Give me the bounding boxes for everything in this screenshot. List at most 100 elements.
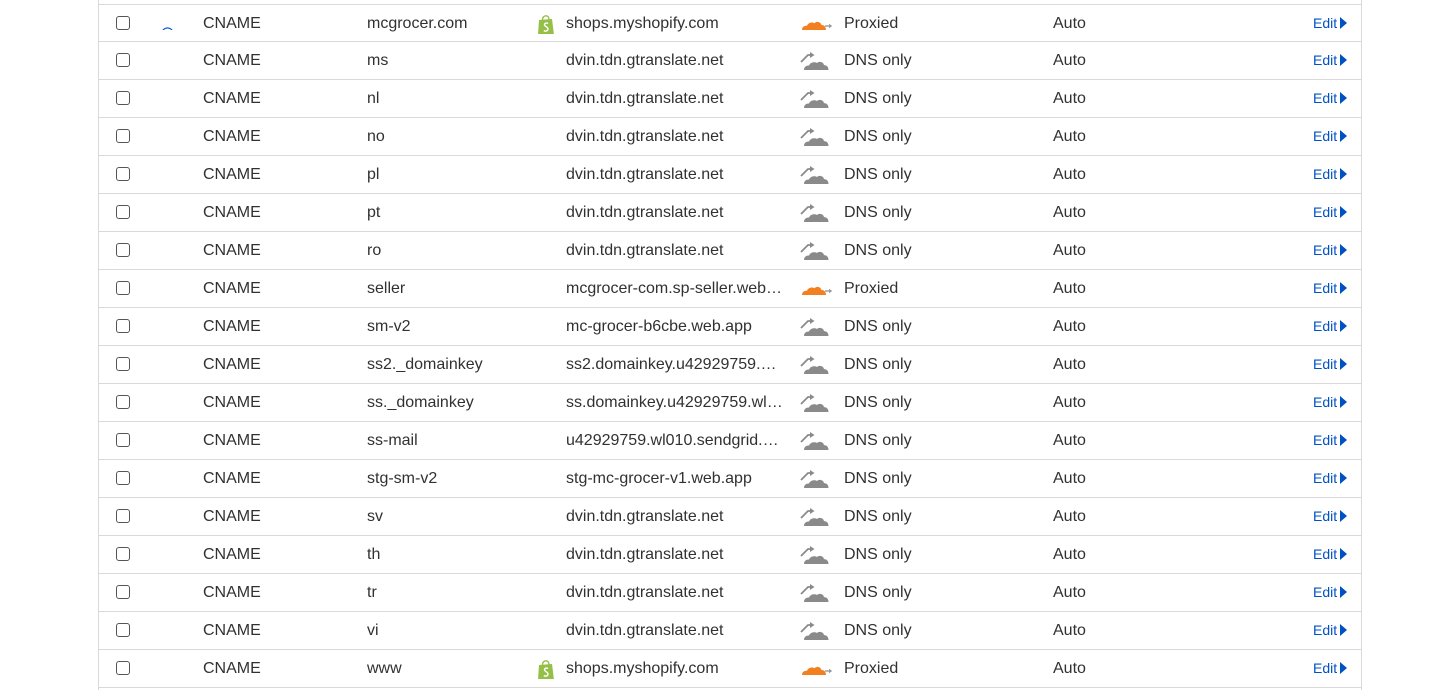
record-content: shops.myshopify.com [566, 15, 719, 32]
row-select-checkbox[interactable] [116, 319, 130, 333]
row-select-checkbox[interactable] [116, 167, 130, 181]
edit-record-button[interactable]: Edit [1313, 156, 1348, 193]
edit-record-button[interactable]: Edit [1313, 460, 1348, 497]
record-type: CNAME [203, 280, 261, 297]
dns-record-row: CNAME ss-mail u42929759.wl010.sendgrid.n… [99, 422, 1361, 460]
edit-record-button[interactable]: Edit [1313, 194, 1348, 231]
edit-record-button[interactable]: Edit [1313, 612, 1348, 649]
edit-record-button[interactable]: Edit [1313, 80, 1348, 117]
row-select-checkbox[interactable] [116, 623, 130, 637]
record-name: mcgrocer.com [367, 15, 468, 32]
row-select-checkbox[interactable] [116, 205, 130, 219]
edit-label: Edit [1313, 470, 1338, 486]
caret-right-icon [1340, 168, 1348, 180]
record-ttl: Auto [1053, 622, 1086, 639]
record-type: CNAME [203, 242, 261, 259]
record-content: ss.domainkey.u42929759.wl… [566, 394, 783, 411]
caret-right-icon [1340, 510, 1348, 522]
info-icon[interactable] [161, 17, 174, 30]
proxy-status: DNS only [844, 584, 912, 601]
proxy-status: DNS only [844, 432, 912, 449]
caret-right-icon [1340, 624, 1348, 636]
edit-record-button[interactable]: Edit [1313, 574, 1348, 611]
edit-label: Edit [1313, 242, 1338, 258]
proxy-status: DNS only [844, 546, 912, 563]
row-select-checkbox[interactable] [116, 585, 130, 599]
record-ttl: Auto [1053, 318, 1086, 335]
record-type: CNAME [203, 622, 261, 639]
record-content: dvin.tdn.gtranslate.net [566, 622, 724, 639]
caret-right-icon [1340, 548, 1348, 560]
record-ttl: Auto [1053, 660, 1086, 677]
row-select-checkbox[interactable] [116, 91, 130, 105]
record-ttl: Auto [1053, 280, 1086, 297]
edit-record-button[interactable]: Edit [1313, 118, 1348, 155]
row-select-checkbox[interactable] [116, 281, 130, 295]
row-select-checkbox[interactable] [116, 53, 130, 67]
edit-record-button[interactable]: Edit [1313, 346, 1348, 383]
edit-label: Edit [1313, 15, 1338, 31]
record-name: pt [367, 204, 381, 221]
caret-right-icon [1340, 54, 1348, 66]
proxy-status: DNS only [844, 242, 912, 259]
edit-record-button[interactable]: Edit [1313, 270, 1348, 307]
dns-record-row: CNAME www shops.myshopify.com Proxied Au… [99, 650, 1361, 688]
edit-record-button[interactable]: Edit [1313, 5, 1348, 42]
record-ttl: Auto [1053, 356, 1086, 373]
dns-record-row: CNAME ms dvin.tdn.gtranslate.net DNS onl… [99, 42, 1361, 80]
dns-only-cloud-icon [799, 87, 833, 109]
row-select-checkbox[interactable] [116, 16, 130, 30]
dns-only-cloud-icon [799, 429, 833, 451]
proxy-status: DNS only [844, 166, 912, 183]
record-name: ro [367, 242, 382, 259]
dns-record-row: CNAME pl dvin.tdn.gtranslate.net DNS onl… [99, 156, 1361, 194]
edit-record-button[interactable]: Edit [1313, 384, 1348, 421]
edit-label: Edit [1313, 546, 1338, 562]
row-select-checkbox[interactable] [116, 395, 130, 409]
record-type: CNAME [203, 128, 261, 145]
record-ttl: Auto [1053, 546, 1086, 563]
record-content: dvin.tdn.gtranslate.net [566, 128, 724, 145]
record-content: stg-mc-grocer-v1.web.app [566, 470, 752, 487]
proxied-cloud-icon [799, 12, 833, 34]
row-select-checkbox[interactable] [116, 243, 130, 257]
proxy-status: DNS only [844, 356, 912, 373]
edit-label: Edit [1313, 166, 1338, 182]
row-select-checkbox[interactable] [116, 547, 130, 561]
edit-label: Edit [1313, 660, 1338, 676]
record-name: nl [367, 90, 380, 107]
edit-record-button[interactable]: Edit [1313, 536, 1348, 573]
record-type: CNAME [203, 204, 261, 221]
edit-label: Edit [1313, 204, 1338, 220]
row-select-checkbox[interactable] [116, 471, 130, 485]
record-type: CNAME [203, 90, 261, 107]
record-ttl: Auto [1053, 166, 1086, 183]
proxied-cloud-icon [799, 277, 833, 299]
record-type: CNAME [203, 470, 261, 487]
edit-record-button[interactable]: Edit [1313, 498, 1348, 535]
row-select-checkbox[interactable] [116, 433, 130, 447]
edit-record-button[interactable]: Edit [1313, 232, 1348, 269]
row-select-checkbox[interactable] [116, 129, 130, 143]
edit-record-button[interactable]: Edit [1313, 308, 1348, 345]
edit-label: Edit [1313, 318, 1338, 334]
record-type: CNAME [203, 508, 261, 525]
edit-record-button[interactable]: Edit [1313, 650, 1348, 687]
record-name: stg-sm-v2 [367, 470, 438, 487]
proxy-status: Proxied [844, 15, 899, 32]
record-name: tr [367, 584, 377, 601]
dns-record-row: CNAME ss._domainkey ss.domainkey.u429297… [99, 384, 1361, 422]
record-name: ss-mail [367, 432, 418, 449]
row-select-checkbox[interactable] [116, 357, 130, 371]
edit-label: Edit [1313, 356, 1338, 372]
edit-label: Edit [1313, 128, 1338, 144]
row-select-checkbox[interactable] [116, 661, 130, 675]
caret-right-icon [1340, 358, 1348, 370]
caret-right-icon [1340, 472, 1348, 484]
edit-record-button[interactable]: Edit [1313, 42, 1348, 79]
row-select-checkbox[interactable] [116, 509, 130, 523]
record-content: dvin.tdn.gtranslate.net [566, 90, 724, 107]
edit-record-button[interactable]: Edit [1313, 422, 1348, 459]
record-name: th [367, 546, 381, 563]
caret-right-icon [1340, 244, 1348, 256]
